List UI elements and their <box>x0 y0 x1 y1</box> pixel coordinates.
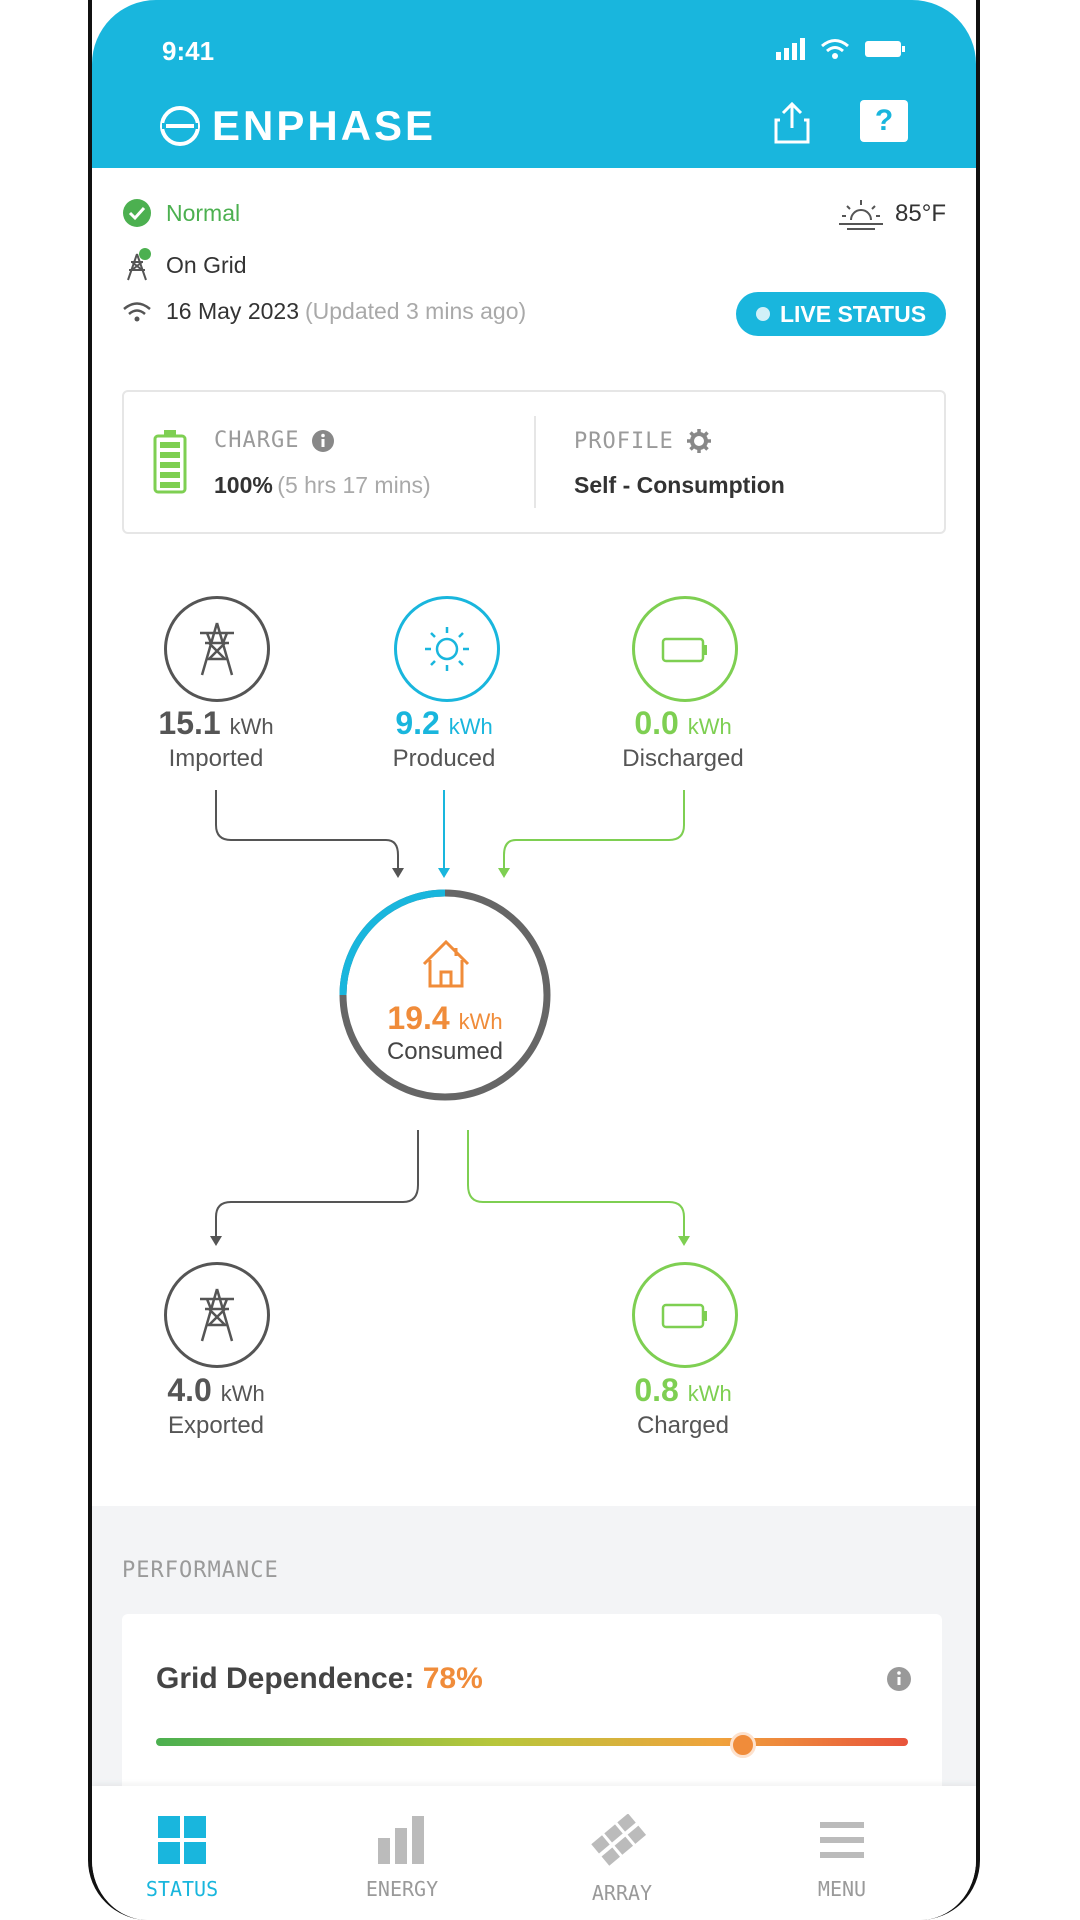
discharged-flow-arrow <box>498 868 510 878</box>
grid-tower-icon <box>200 622 234 676</box>
grid-dependence-bar <box>156 1738 908 1746</box>
imported-label: Imported <box>168 745 264 772</box>
nav-array[interactable]: ARRAY <box>562 1813 682 1905</box>
imported-flow-line <box>215 790 399 872</box>
produced-flow-arrow <box>438 868 450 878</box>
charged-value: 0.8 kWh <box>634 1372 732 1408</box>
produced-node[interactable] <box>394 596 500 702</box>
bottom-nav: STATUS ENERGY ARRAY MENU <box>92 1786 976 1920</box>
charged-flow-line <box>467 1130 685 1240</box>
nav-menu-label: MENU <box>817 1877 867 1901</box>
performance-title: PERFORMANCE <box>122 1558 279 1583</box>
grid-dependence-label: Grid Dependence: 78% <box>156 1662 483 1695</box>
imported-flow-arrow <box>392 868 404 878</box>
grid-dependence-card[interactable]: Grid Dependence: 78% <box>122 1614 942 1814</box>
consumed-value: 19.4 kWh <box>387 1000 503 1036</box>
charged-label: Charged <box>636 1412 730 1439</box>
exported-value: 4.0 kWh <box>167 1372 265 1408</box>
exported-label: Exported <box>167 1412 265 1439</box>
nav-menu[interactable]: MENU <box>782 1814 902 1901</box>
bar-chart-icon <box>378 1816 424 1864</box>
charged-flow-arrow <box>678 1236 690 1246</box>
imported-node[interactable] <box>164 596 270 702</box>
discharged-value: 0.0 kWh <box>634 705 732 741</box>
solar-array-icon <box>591 1813 647 1866</box>
performance-section: PERFORMANCE Grid Dependence: 78% <box>92 1506 976 1814</box>
nav-energy[interactable]: ENERGY <box>342 1814 462 1901</box>
exported-flow-arrow <box>210 1236 222 1246</box>
discharged-node[interactable] <box>632 596 738 702</box>
nav-status-label: STATUS <box>145 1877 219 1901</box>
grid-dependence-marker <box>729 1732 756 1758</box>
grid-icon <box>158 1816 206 1864</box>
nav-energy-label: ENERGY <box>365 1877 439 1901</box>
battery-icon <box>661 1303 707 1329</box>
info-icon[interactable] <box>886 1666 912 1692</box>
exported-node[interactable] <box>164 1262 270 1368</box>
phone-screen: 9:41 ENPHASE ? Normal On Grid 16 May 202… <box>88 0 980 1920</box>
consumed-ring[interactable] <box>338 888 552 1102</box>
produced-value: 9.2 kWh <box>395 705 493 741</box>
charged-node[interactable] <box>632 1262 738 1368</box>
consumed-label: Consumed <box>386 1038 504 1065</box>
exported-flow-line <box>215 1130 419 1240</box>
discharged-label: Discharged <box>622 745 744 772</box>
nav-array-label: ARRAY <box>591 1881 653 1905</box>
home-icon <box>422 939 470 988</box>
discharged-flow-line <box>503 790 685 872</box>
nav-status[interactable]: STATUS <box>122 1814 242 1901</box>
grid-dependence-value: 78% <box>422 1662 483 1695</box>
hamburger-icon <box>820 1822 864 1858</box>
sun-icon <box>425 627 469 671</box>
imported-value: 15.1 kWh <box>158 705 274 741</box>
grid-tower-icon <box>200 1288 234 1342</box>
produced-label: Produced <box>392 745 496 772</box>
battery-icon <box>661 637 707 663</box>
